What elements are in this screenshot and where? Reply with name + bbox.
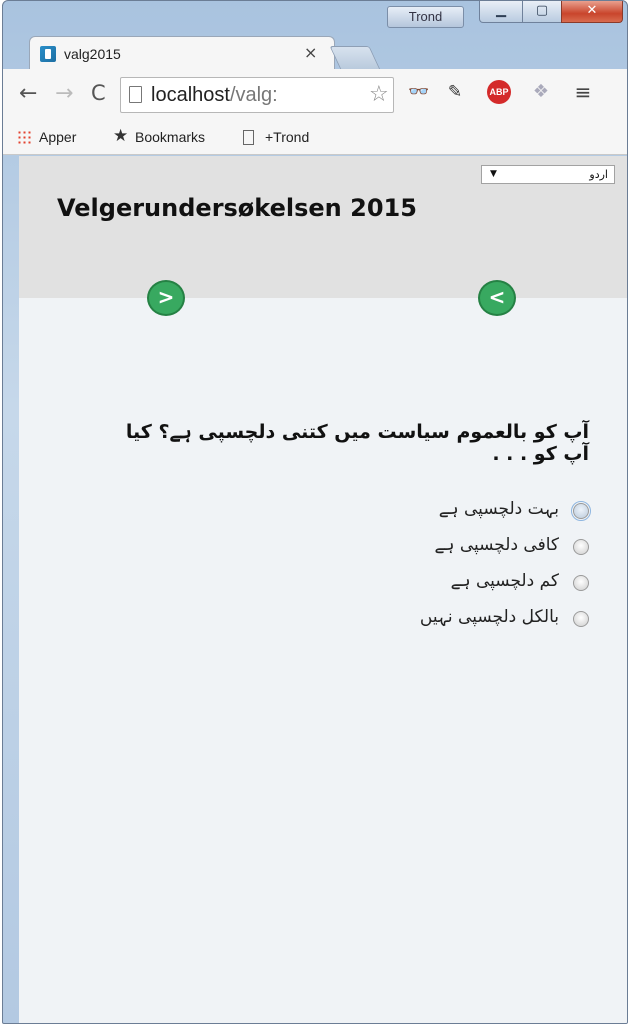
address-bar[interactable]: localhost/valg: ☆ [120,77,394,113]
close-window-button[interactable]: ✕ [561,1,623,23]
profile-button[interactable]: Trond [387,6,464,28]
pipette-icon[interactable]: ✎ [443,80,467,104]
tab-valg2015[interactable]: valg2015 × [29,36,335,70]
forward-button[interactable]: → [55,81,73,106]
tab-close-button[interactable]: × [304,43,317,62]
apps-icon [17,130,32,145]
url-text[interactable]: localhost/valg: [151,84,278,107]
page-icon [129,86,142,103]
bookmark-trond[interactable]: +Trond [265,129,309,145]
star-icon[interactable]: ☆ [369,82,389,107]
radio-button[interactable] [573,611,589,627]
option-1[interactable]: کافی دلچسپی ہے [319,532,589,568]
radio-button[interactable] [573,575,589,591]
page-header: ▼ اردو Velgerundersøkelsen 2015 [19,156,627,298]
adblock-icon[interactable]: ABP [487,80,511,104]
answer-options: بہت دلچسپی ہے کافی دلچسپی ہے کم دلچسپی ہ… [319,496,591,640]
glasses-icon[interactable]: 👓 [407,80,431,104]
document-icon [243,130,254,145]
option-label[interactable]: بہت دلچسپی ہے [439,498,559,519]
option-3[interactable]: بالکل دلچسپی نہیں [319,604,589,640]
maximize-icon: ▢ [535,3,549,18]
next-button[interactable]: < [478,280,516,316]
minimize-icon: ▁ [496,3,506,18]
previous-button[interactable]: > [147,280,185,316]
page-content: ▼ اردو Velgerundersøkelsen 2015 > < آپ ک… [19,156,627,1023]
bookmark-apps[interactable]: Apper [39,129,76,145]
new-tab-button[interactable] [329,46,381,70]
option-label[interactable]: کافی دلچسپی ہے [435,534,560,555]
browser-toolbar: ← → C localhost/valg: ☆ 👓 ✎ ABP ❖ ≡ [3,69,627,121]
bookmark-bookmarks[interactable]: Bookmarks [135,129,205,145]
tab-title: valg2015 [64,46,121,62]
menu-icon[interactable]: ≡ [571,80,595,104]
bookmark-star-icon: ★ [113,126,129,146]
minimize-button[interactable]: ▁ [479,1,523,23]
radio-button[interactable] [571,501,591,521]
maximize-button[interactable]: ▢ [522,1,562,23]
option-label[interactable]: بالکل دلچسپی نہیں [420,606,559,627]
reload-button[interactable]: C [91,81,106,105]
url-host: localhost [151,84,230,106]
back-button[interactable]: ← [19,81,37,106]
favicon [40,46,56,62]
radio-button[interactable] [573,539,589,555]
option-label[interactable]: کم دلچسپی ہے [451,570,559,591]
language-select[interactable]: ▼ اردو [481,165,615,184]
page-title: Velgerundersøkelsen 2015 [57,194,417,222]
option-0[interactable]: بہت دلچسپی ہے [319,496,591,532]
browser-window: Trond ▁ ▢ ✕ valg2015 × ← → C localhost/v… [2,0,628,1024]
question-text: آپ کو بالعموم سیاست میں کتنی دلچسپی ہے؟ … [125,421,589,465]
chevron-down-icon: ▼ [490,169,497,179]
close-icon: ✕ [586,3,598,18]
url-path: /valg: [229,84,278,106]
option-2[interactable]: کم دلچسپی ہے [319,568,589,604]
dropbox-icon[interactable]: ❖ [529,80,553,104]
bookmarks-bar: Apper ★ Bookmarks +Trond [3,121,627,155]
language-value: اردو [589,168,608,181]
